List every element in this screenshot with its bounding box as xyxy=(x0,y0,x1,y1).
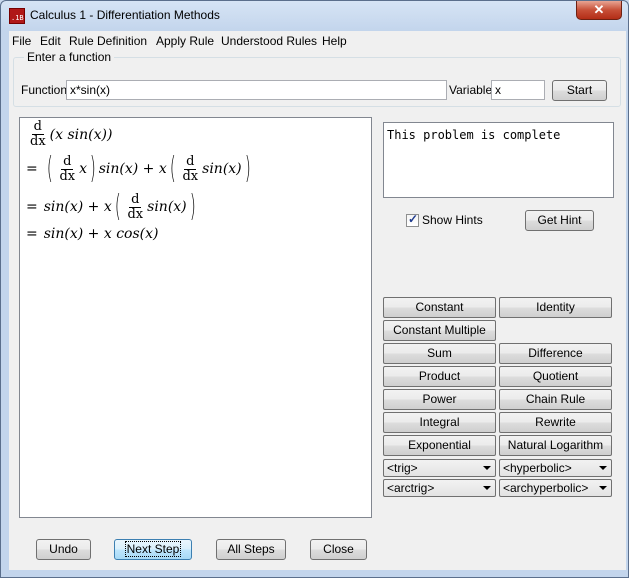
menu-rule-definition[interactable]: Rule Definition xyxy=(69,34,147,48)
rule-sum-button[interactable]: Sum xyxy=(383,343,496,364)
all-steps-button[interactable]: All Steps xyxy=(216,539,286,560)
hyperbolic-dropdown[interactable]: <hyperbolic> xyxy=(499,459,612,477)
checkmark-icon: ✓ xyxy=(408,212,419,226)
rule-quotient-button[interactable]: Quotient xyxy=(499,366,612,387)
derivative-operator: d dx xyxy=(30,119,46,149)
show-hints-label[interactable]: Show Hints xyxy=(422,213,483,227)
step-2-sinx: sin(x) xyxy=(202,161,242,177)
chevron-down-icon xyxy=(483,486,491,490)
rule-natural-logarithm-button[interactable]: Natural Logarithm xyxy=(499,435,612,456)
start-button[interactable]: Start xyxy=(552,80,607,101)
menu-file[interactable]: File xyxy=(12,34,31,48)
rule-difference-button[interactable]: Difference xyxy=(499,343,612,364)
app-window: .1B Calculus 1 - Differentiation Methods… xyxy=(0,0,629,578)
archyperbolic-dropdown[interactable]: <archyperbolic> xyxy=(499,479,612,497)
variable-label: Variable xyxy=(449,83,493,97)
menu-understood-rules[interactable]: Understood Rules xyxy=(221,34,317,48)
equals-sign: = xyxy=(26,199,38,215)
close-window-button[interactable]: ✕ xyxy=(576,1,622,20)
chevron-down-icon xyxy=(483,466,491,470)
arctrig-dropdown-value: <arctrig> xyxy=(387,481,435,495)
rule-constant-multiple-button[interactable]: Constant Multiple xyxy=(383,320,496,341)
step-line-1: d dx (x sin(x)) xyxy=(26,120,112,149)
step-4-expression: sin(x) + x cos(x) xyxy=(43,226,159,242)
function-input[interactable]: x*sin(x) xyxy=(66,80,447,100)
rule-power-button[interactable]: Power xyxy=(383,389,496,410)
enter-function-label: Enter a function xyxy=(24,50,115,64)
menu-help[interactable]: Help xyxy=(322,34,347,48)
equals-sign: = xyxy=(26,226,38,242)
rule-constant-button[interactable]: Constant xyxy=(383,297,496,318)
function-label: Function xyxy=(21,83,68,97)
show-hints-checkbox[interactable]: ✓ xyxy=(406,212,419,227)
next-step-label: Next Step xyxy=(124,541,182,557)
archyperbolic-dropdown-value: <archyperbolic> xyxy=(503,481,589,495)
status-message-box: This problem is complete xyxy=(383,122,614,198)
step-2-middle: sin(x) + x xyxy=(98,161,167,177)
step-2-x: x xyxy=(79,161,88,177)
undo-button[interactable]: Undo xyxy=(36,539,91,560)
menu-bar: File Edit Rule Definition Apply Rule Und… xyxy=(9,31,626,51)
derivative-operator: d dx xyxy=(182,153,199,184)
rule-chain-rule-button[interactable]: Chain Rule xyxy=(499,389,612,410)
close-button[interactable]: Close xyxy=(310,539,367,560)
arctrig-dropdown[interactable]: <arctrig> xyxy=(383,479,496,497)
rule-exponential-button[interactable]: Exponential xyxy=(383,435,496,456)
menu-apply-rule[interactable]: Apply Rule xyxy=(156,34,214,48)
step-line-2: = ( d dx x ) sin(x) + x ( d dx sin(x) ) xyxy=(26,151,251,186)
step-3-sinx: sin(x) xyxy=(147,199,187,215)
get-hint-button[interactable]: Get Hint xyxy=(525,210,594,231)
next-step-button[interactable]: Next Step xyxy=(114,539,192,560)
window-title: Calculus 1 - Differentiation Methods xyxy=(30,8,220,22)
rule-identity-button[interactable]: Identity xyxy=(499,297,612,318)
title-bar[interactable]: .1B Calculus 1 - Differentiation Methods… xyxy=(1,1,628,31)
step-1-expression: (x sin(x)) xyxy=(49,126,113,143)
hyperbolic-dropdown-value: <hyperbolic> xyxy=(503,461,572,475)
app-icon[interactable]: .1B xyxy=(9,8,25,24)
chevron-down-icon xyxy=(599,486,607,490)
equals-sign: = xyxy=(26,161,38,177)
derivative-operator: d dx xyxy=(127,191,144,222)
client-area: File Edit Rule Definition Apply Rule Und… xyxy=(9,31,626,570)
step-line-3: = sin(x) + x ( d dx sin(x) ) xyxy=(26,189,196,224)
rule-integral-button[interactable]: Integral xyxy=(383,412,496,433)
rule-rewrite-button[interactable]: Rewrite xyxy=(499,412,612,433)
derivative-operator: d dx xyxy=(59,153,76,184)
trig-dropdown[interactable]: <trig> xyxy=(383,459,496,477)
menu-edit[interactable]: Edit xyxy=(40,34,61,48)
derivation-steps-panel: d dx (x sin(x)) = ( d dx x ) sin(x) + x ( … xyxy=(19,117,372,518)
step-3-lead: sin(x) + x xyxy=(43,199,112,215)
trig-dropdown-value: <trig> xyxy=(387,461,418,475)
rule-product-button[interactable]: Product xyxy=(383,366,496,387)
variable-input[interactable]: x xyxy=(491,80,545,100)
chevron-down-icon xyxy=(599,466,607,470)
step-line-4: = sin(x) + x cos(x) xyxy=(26,226,158,242)
